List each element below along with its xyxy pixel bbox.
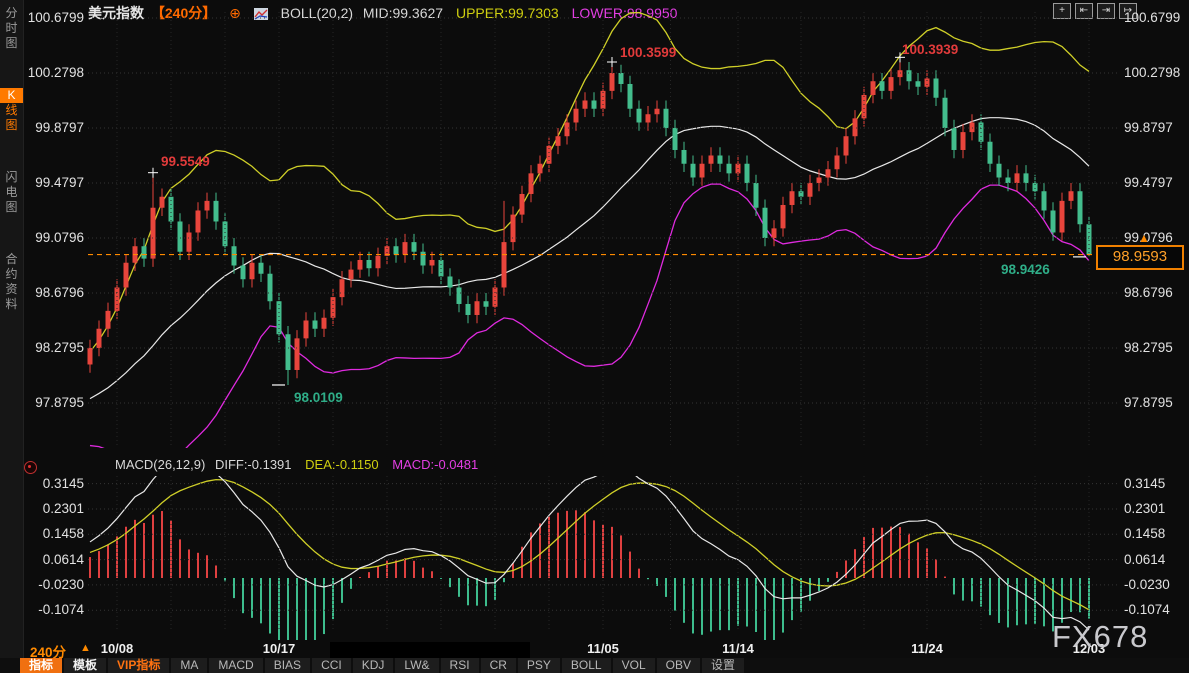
price-axis-label-left: 100.6799	[24, 10, 84, 25]
toolbar-button-VOL[interactable]: VOL	[613, 658, 655, 673]
macd-axis-label-right: -0.0230	[1124, 577, 1170, 592]
timeframe-arrow-icon: ▲	[80, 642, 91, 654]
toolbar-button-OBV[interactable]: OBV	[657, 658, 700, 673]
date-label: 11/24	[897, 641, 957, 656]
date-label: 11/05	[573, 641, 633, 656]
macd-axis-label-right: 0.3145	[1124, 476, 1165, 491]
price-axis-label-left: 99.8797	[24, 120, 84, 135]
macd-axis-label-left: 0.0614	[24, 552, 84, 567]
timeline-scrollbar[interactable]	[330, 642, 530, 658]
price-axis-label-right: 99.8797	[1124, 120, 1173, 135]
toolbar-button-RSI[interactable]: RSI	[441, 658, 479, 673]
macd-axis-label-left: 0.3145	[24, 476, 84, 491]
toolbar-button-VIP指标[interactable]: VIP指标	[108, 658, 169, 673]
price-axis-label-right: 98.2795	[1124, 340, 1173, 355]
price-axis-label-right: 99.4797	[1124, 175, 1173, 190]
toolbar-button-MA[interactable]: MA	[171, 658, 207, 673]
macd-axis-label-right: 0.1458	[1124, 526, 1165, 541]
macd-axis-label-left: -0.0230	[24, 577, 84, 592]
price-axis-label-right: 100.2798	[1124, 65, 1180, 80]
toolbar-button-MACD[interactable]: MACD	[209, 658, 262, 673]
chart-application-window: 分时图K线图闪电图合约资料 美元指数 【240分】 ⊕ BOLL(20,2) M…	[0, 0, 1189, 673]
macd-axis-label-right: -0.1074	[1124, 602, 1170, 617]
last-price-box: 98.9593	[1096, 245, 1184, 270]
price-annotation: 98.9426	[1001, 262, 1050, 277]
macd-header: MACD(26,12,9) DIFF:-0.1391 DEA:-0.1150 M…	[115, 457, 488, 472]
price-axis-label-right: 97.8795	[1124, 395, 1173, 410]
price-annotation: 99.5549	[161, 154, 210, 169]
price-axis-label-right: 100.6799	[1124, 10, 1180, 25]
toolbar-button-BIAS[interactable]: BIAS	[265, 658, 310, 673]
macd-axis-label-right: 0.2301	[1124, 501, 1165, 516]
toolbar-button-BOLL[interactable]: BOLL	[562, 658, 611, 673]
macd-name: MACD(26,12,9)	[115, 457, 205, 472]
macd-axis-label-right: 0.0614	[1124, 552, 1165, 567]
price-axis-label-left: 99.4797	[24, 175, 84, 190]
indicator-toolbar: 指标模板VIP指标MAMACDBIASCCIKDJLW&RSICRPSYBOLL…	[0, 658, 1189, 673]
price-axis-label-right: 98.6796	[1124, 285, 1173, 300]
date-label: 11/14	[708, 641, 768, 656]
macd-axis-label-left: 0.1458	[24, 526, 84, 541]
toolbar-button-KDJ[interactable]: KDJ	[353, 658, 394, 673]
date-label: 10/08	[87, 641, 147, 656]
date-label: 10/17	[249, 641, 309, 656]
price-axis-label-left: 97.8795	[24, 395, 84, 410]
chart-canvas[interactable]	[0, 0, 1189, 673]
macd-axis-label-left: 0.2301	[24, 501, 84, 516]
price-up-arrow-icon: ▲	[1138, 231, 1150, 245]
toolbar-button-CR[interactable]: CR	[481, 658, 516, 673]
macd-dea-value: DEA:-0.1150	[305, 457, 378, 472]
toolbar-button-PSY[interactable]: PSY	[518, 658, 560, 673]
macd-settings-icon[interactable]	[24, 461, 37, 474]
date-label: 12/03	[1059, 641, 1119, 656]
price-axis-label-left: 98.2795	[24, 340, 84, 355]
price-annotation: 100.3939	[902, 42, 958, 57]
price-axis-label-left: 99.0796	[24, 230, 84, 245]
toolbar-button-LW&[interactable]: LW&	[395, 658, 438, 673]
price-axis-label-left: 100.2798	[24, 65, 84, 80]
toolbar-button-CCI[interactable]: CCI	[312, 658, 351, 673]
macd-macd-value: MACD:-0.0481	[392, 457, 478, 472]
macd-axis-label-left: -0.1074	[24, 602, 84, 617]
toolbar-button-指标[interactable]: 指标	[20, 658, 62, 673]
macd-diff-value: DIFF:-0.1391	[215, 457, 292, 472]
price-annotation: 100.3599	[620, 45, 676, 60]
price-axis-label-left: 98.6796	[24, 285, 84, 300]
toolbar-button-模板[interactable]: 模板	[64, 658, 106, 673]
toolbar-button-设置[interactable]: 设置	[702, 658, 744, 673]
price-annotation: 98.0109	[294, 390, 343, 405]
